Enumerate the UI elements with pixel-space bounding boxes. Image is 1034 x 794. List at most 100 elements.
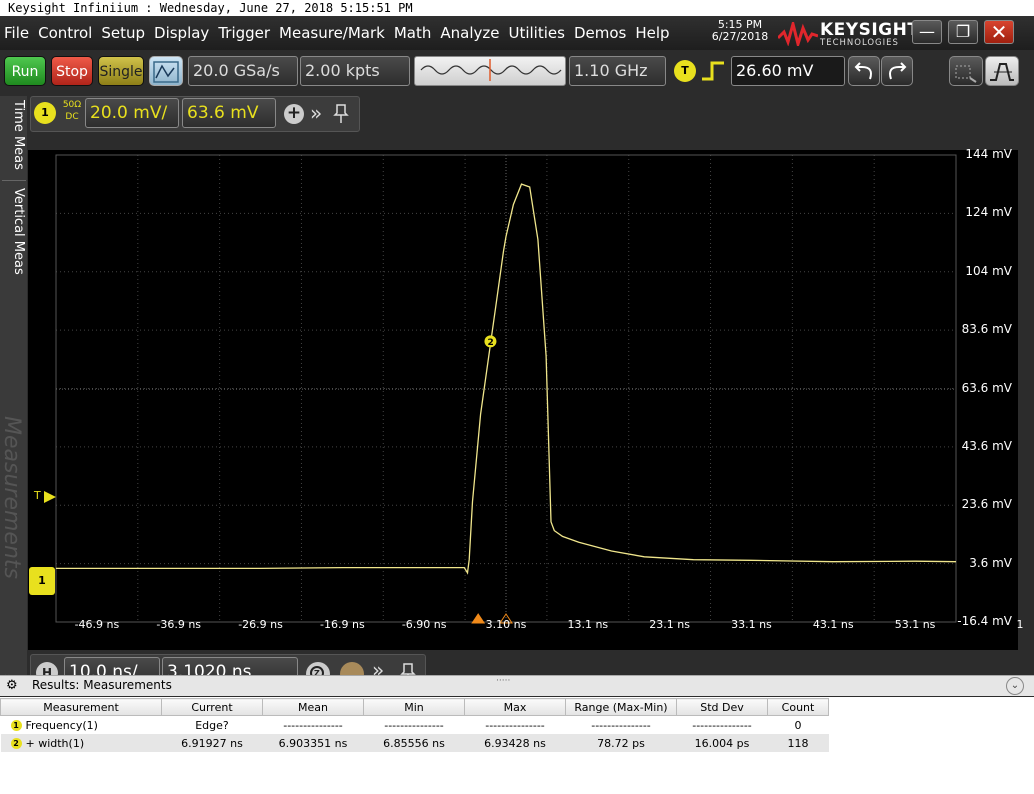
drag-handle[interactable]: ····· (496, 676, 510, 686)
run-button[interactable]: Run (4, 56, 46, 86)
waveform-overview-icon (420, 59, 562, 81)
y-tick-label: 23.6 mV (961, 497, 1012, 512)
tab-measurements[interactable]: Measurements (0, 416, 24, 596)
results-titlebar: ⚙ Results: Measurements ····· ⌄ (0, 675, 1034, 696)
vertical-scale-field[interactable]: 20.0 mV/ (85, 98, 179, 128)
results-row[interactable]: 1 Frequency(1) Edge? --------------- -------… (1, 716, 829, 735)
y-tick-label: 144 mV (965, 147, 1012, 161)
coupling-mode: DC (65, 112, 79, 122)
vertical-offset-field[interactable]: 63.6 mV (182, 98, 276, 128)
undo-button[interactable] (848, 56, 880, 86)
memory-depth-field[interactable]: 2.00 kpts (300, 56, 410, 86)
pin-icon[interactable] (333, 103, 349, 125)
menu-measuremark[interactable]: Measure/Mark (279, 24, 385, 42)
x-tick-label: -26.9 ns (238, 618, 283, 631)
results-table: Measurement Current Mean Min Max Range (Max-M… (0, 698, 829, 752)
results-column-header[interactable]: Min (363, 698, 465, 716)
tab-vertical-meas[interactable]: Vertical Meas (2, 188, 26, 288)
results-cell: 6.85556 ns (383, 736, 445, 750)
redo-icon (889, 62, 907, 80)
trigger-arrow-icon (44, 491, 56, 503)
menu-analyze[interactable]: Analyze (440, 24, 499, 42)
results-column-header[interactable]: Measurement (0, 698, 162, 716)
settings-gear-icon[interactable]: ⚙ (6, 678, 18, 693)
results-cell: --------------- (591, 718, 651, 732)
minimize-button[interactable]: — (912, 20, 942, 44)
results-row[interactable]: 2 + width(1) 6.91927 ns 6.903351 ns 6.85556 … (0, 734, 829, 752)
coupling-impedance: 50Ω (62, 100, 82, 110)
stop-button[interactable]: Stop (51, 56, 93, 86)
rising-edge-icon[interactable] (700, 60, 726, 82)
x-tick-label: 23.1 ns (649, 618, 690, 631)
redo-button[interactable] (881, 56, 913, 86)
results-cell: 78.72 ps (597, 736, 645, 750)
trigger-badge[interactable]: T (674, 60, 696, 82)
results-cell: --------------- (692, 718, 752, 732)
clock: 5:15 PM 6/27/2018 (708, 19, 772, 43)
menu-trigger[interactable]: Trigger (218, 24, 270, 42)
x-tick-label: -16.9 ns (320, 618, 365, 631)
menu-help[interactable]: Help (635, 24, 669, 42)
add-channel-button[interactable]: + (284, 104, 304, 124)
pulse-measure-icon (990, 63, 1014, 81)
results-cell: 6.903351 ns (278, 736, 348, 750)
menu-demos[interactable]: Demos (574, 24, 626, 42)
results-cell: 0 (794, 718, 802, 732)
expand-channels-icon[interactable]: » (310, 101, 322, 125)
results-column-header[interactable]: Current (161, 698, 263, 716)
results-column-header[interactable]: Mean (262, 698, 364, 716)
autoscale-icon (153, 61, 179, 83)
maximize-button[interactable]: ❐ (948, 20, 978, 44)
undo-icon (854, 62, 872, 80)
x-tick-label: -46.9 ns (74, 618, 120, 631)
measurement-name: Frequency(1) (25, 718, 98, 732)
menu-control[interactable]: Control (38, 24, 92, 42)
marker-2-label: 2 (487, 338, 493, 348)
clock-date: 6/27/2018 (711, 30, 769, 43)
results-column-header[interactable]: Range (Max-Min) (565, 698, 677, 716)
keysight-logo: KEYSIGHT TECHNOLOGIES (778, 18, 919, 48)
autoscale-button[interactable] (149, 56, 183, 86)
results-column-header[interactable]: Count (767, 698, 829, 716)
horizontal-overview[interactable] (414, 56, 566, 86)
channel-coupling[interactable]: 50Ω DC (60, 99, 84, 123)
results-panel: Measurement Current Mean Min Max Range (Max-M… (0, 697, 1034, 794)
measurement-name-cell: 2 + width(1) (1, 734, 162, 752)
results-column-header[interactable]: Max (464, 698, 566, 716)
brand-sub: TECHNOLOGIES (820, 38, 899, 48)
measurement-name-cell: 1 Frequency(1) (1, 716, 162, 735)
trigger-level-marker[interactable]: T (34, 489, 41, 502)
measure-tool-button[interactable] (985, 56, 1019, 86)
x-tick-label: 53.1 ns (894, 618, 936, 631)
x-tick-label: 33.1 ns (731, 618, 772, 631)
single-button[interactable]: Single (98, 56, 144, 86)
measurement-name: + width(1) (25, 736, 85, 750)
channel-ground-marker[interactable]: 1 (29, 567, 55, 595)
zoom-box-button[interactable] (949, 56, 983, 86)
zoom-box-icon (955, 65, 977, 83)
results-title: Results: Measurements (32, 678, 172, 692)
channel-1-badge[interactable]: 1 (34, 102, 56, 124)
menu-utilities[interactable]: Utilities (508, 24, 564, 42)
waveform-plot[interactable]: 2 (28, 150, 1018, 650)
x-tick-label: 43.1 ns (812, 618, 854, 631)
menu-math[interactable]: Math (394, 24, 432, 42)
bandwidth-field[interactable]: 1.10 GHz (569, 56, 666, 86)
trigger-level-field[interactable]: 26.60 mV (731, 56, 845, 86)
waveform-display[interactable]: 2 144 mV 124 mV 104 mV 83.6 mV 63.6 mV 43.6 m… (28, 147, 1018, 650)
y-tick-label: 83.6 mV (961, 322, 1012, 337)
menu-setup[interactable]: Setup (101, 24, 145, 42)
sample-rate-field[interactable]: 20.0 GSa/s (188, 56, 298, 86)
y-tick-label: 104 mV (965, 263, 1012, 278)
side-tabs: Time Meas Vertical Meas Measurements » (0, 96, 27, 696)
menu-file[interactable]: File (4, 24, 29, 42)
menu-display[interactable]: Display (154, 24, 209, 42)
results-column-header[interactable]: Std Dev (676, 698, 768, 716)
y-tick-label: 43.6 mV (961, 438, 1012, 453)
close-button[interactable]: ✕ (984, 20, 1014, 44)
collapse-results-icon[interactable]: ⌄ (1006, 677, 1024, 695)
results-cell: 16.004 ps (694, 736, 750, 750)
keysight-wave-icon (778, 22, 818, 46)
channel-row: 1 50Ω DC 20.0 mV/ 63.6 mV + » (0, 96, 1034, 132)
results-cell: 6.91927 ns (181, 736, 243, 750)
